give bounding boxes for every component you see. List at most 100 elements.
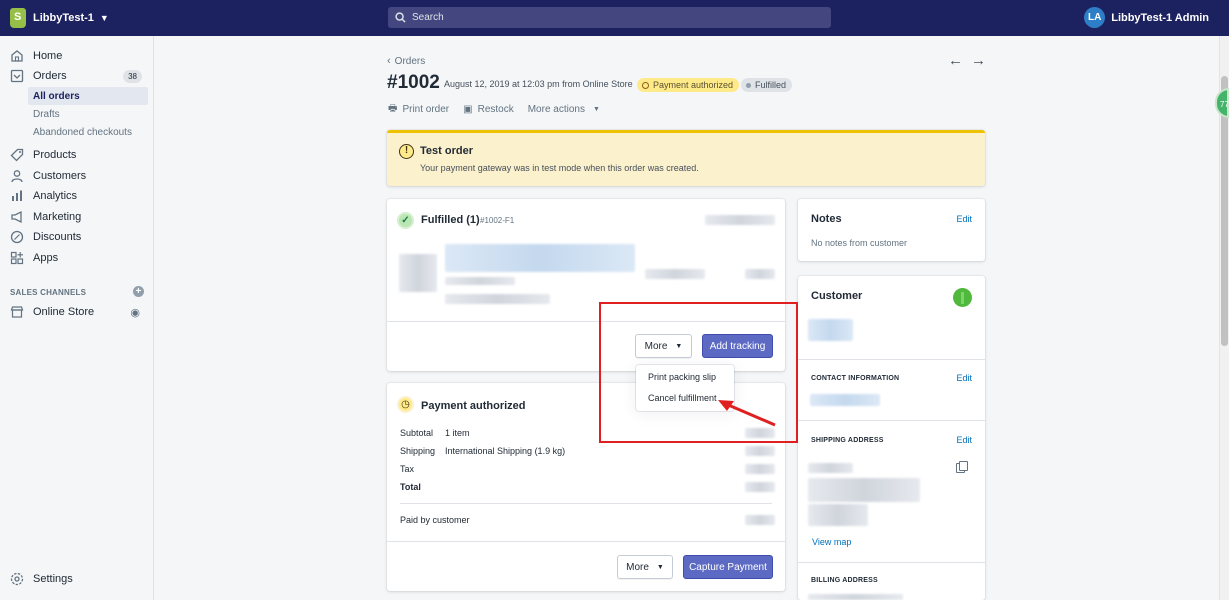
payment-title: Payment authorized [421,400,526,412]
warning-icon: ! [399,144,414,159]
total-label: Total [400,482,421,492]
view-map-link[interactable]: View map [812,537,851,547]
fulfillment-id: #1002-F1 [480,216,515,225]
paid-by-label: Paid by customer [400,515,470,525]
sidebar-item-abandoned-checkouts[interactable]: Abandoned checkouts [28,123,148,141]
more-label: More [626,561,649,573]
more-actions-button[interactable]: More actions ▼ [528,104,600,115]
printer-icon: 🖶 [388,103,398,114]
more-actions-label: More actions [527,104,585,115]
divider [798,562,985,563]
clock-icon [397,396,414,413]
divider [387,321,785,322]
add-channel-icon[interactable]: + [133,286,144,297]
search-icon [395,12,406,23]
sidebar-item-analytics[interactable]: Analytics [0,186,154,206]
shopify-logo-icon [10,8,26,28]
sidebar-item-label: Customers [33,170,87,182]
avatar: LA [1084,7,1106,28]
order-pager: ← → [948,52,986,69]
menu-item-cancel-fulfillment[interactable]: Cancel fulfillment [648,393,717,403]
next-order-arrow-icon[interactable]: → [971,52,986,69]
scrollbar[interactable] [1219,36,1229,600]
redacted-address-line [808,463,853,473]
megaphone-icon [11,210,22,224]
subtotal-label: Subtotal [400,428,434,438]
breadcrumb[interactable]: ‹ Orders [387,55,425,67]
sidebar-item-discounts[interactable]: Discounts [0,227,154,247]
banner-title: Test order [420,145,473,157]
redacted-product-sku [445,294,550,304]
shipping-address-heading: SHIPPING ADDRESS [811,437,884,444]
user-name: LibbyTest-1 Admin [1111,11,1209,24]
more-button[interactable]: More ▼ [635,334,692,358]
redacted-email[interactable] [810,394,880,406]
eye-icon[interactable]: ◉ [130,306,140,319]
menu-item-print-packing-slip[interactable]: Print packing slip [648,372,716,382]
sidebar-item-customers[interactable]: Customers [0,166,154,186]
fulfillment-status-label: Fulfilled [755,80,787,90]
test-order-banner: ! Test order Your payment gateway was in… [387,130,985,186]
apps-icon [10,251,24,265]
order-meta: August 12, 2019 at 12:03 pm from Online … [444,79,633,89]
bar-chart-icon [12,190,22,201]
print-order-button[interactable]: 🖶 Print order [388,101,449,118]
previous-order-arrow-icon[interactable]: ← [948,52,963,69]
search-input[interactable]: Search [388,7,831,28]
tax-label: Tax [400,464,415,474]
redacted-address-line [808,478,920,502]
search-placeholder: Search [412,12,444,23]
sidebar-item-label: Apps [33,252,59,264]
redacted-billing-text [808,594,903,600]
redacted-customer-name[interactable] [808,319,853,341]
fulfillment-status-badge: Fulfilled [741,78,793,92]
copy-icon[interactable] [956,461,968,473]
top-bar: LibbyTest-1 ▼ Search LA LibbyTest-1 Admi… [0,0,1229,36]
redacted-product-variant [445,277,515,285]
divider [798,359,985,360]
checkmark-icon [397,212,414,229]
sidebar-item-drafts[interactable]: Drafts [28,105,148,123]
caret-down-icon: ▼ [592,106,600,113]
sidebar-item-products[interactable]: Products [0,145,154,165]
breadcrumb-label: Orders [394,55,426,67]
redacted-product-link[interactable] [445,244,635,272]
user-menu[interactable]: LA LibbyTest-1 Admin [1084,7,1209,28]
store-name: LibbyTest-1 [33,12,94,24]
caret-down-icon: ▼ [675,342,683,350]
customer-card: Customer CONTACT INFORMATION Edit SHIPPI… [798,276,985,600]
redacted-tax [745,464,775,474]
notes-title: Notes [811,213,842,225]
sidebar-item-label: Marketing [33,211,82,223]
chevron-down-icon: ▼ [99,13,109,23]
store-icon [10,306,24,318]
restock-icon: ▣ [463,104,473,115]
payment-more-button[interactable]: More ▼ [617,555,673,579]
floating-widget-badge[interactable]: 77 [1215,88,1229,118]
sidebar-item-online-store[interactable]: Online Store ◉ [0,302,154,322]
restock-button[interactable]: ▣ Restock [463,104,514,115]
contact-edit-link[interactable]: Edit [956,373,972,383]
tag-icon [10,148,24,162]
notes-edit-link[interactable]: Edit [956,214,972,224]
divider [798,420,985,421]
shipping-edit-link[interactable]: Edit [956,435,972,445]
person-icon [11,170,23,183]
discount-icon [10,230,24,244]
sidebar-item-apps[interactable]: Apps [0,248,154,268]
divider [387,541,785,542]
store-switcher[interactable]: LibbyTest-1 ▼ [0,8,154,28]
sales-channels-heading: SALES CHANNELS + [10,286,144,297]
sidebar-item-settings[interactable]: Settings [0,569,154,589]
more-label: More [644,340,668,352]
sidebar-item-all-orders[interactable]: All orders [28,87,148,105]
payment-status-label: Payment authorized [653,80,734,90]
sidebar-item-home[interactable]: Home [0,46,154,66]
add-tracking-button[interactable]: Add tracking [702,334,773,358]
sidebar-item-marketing[interactable]: Marketing [0,207,154,227]
capture-payment-button[interactable]: Capture Payment [683,555,773,579]
sidebar-item-orders[interactable]: Orders 38 [0,66,154,86]
redacted-line-total [745,269,775,279]
sidebar-item-label: Home [33,50,63,62]
redacted-address-line [808,504,868,526]
